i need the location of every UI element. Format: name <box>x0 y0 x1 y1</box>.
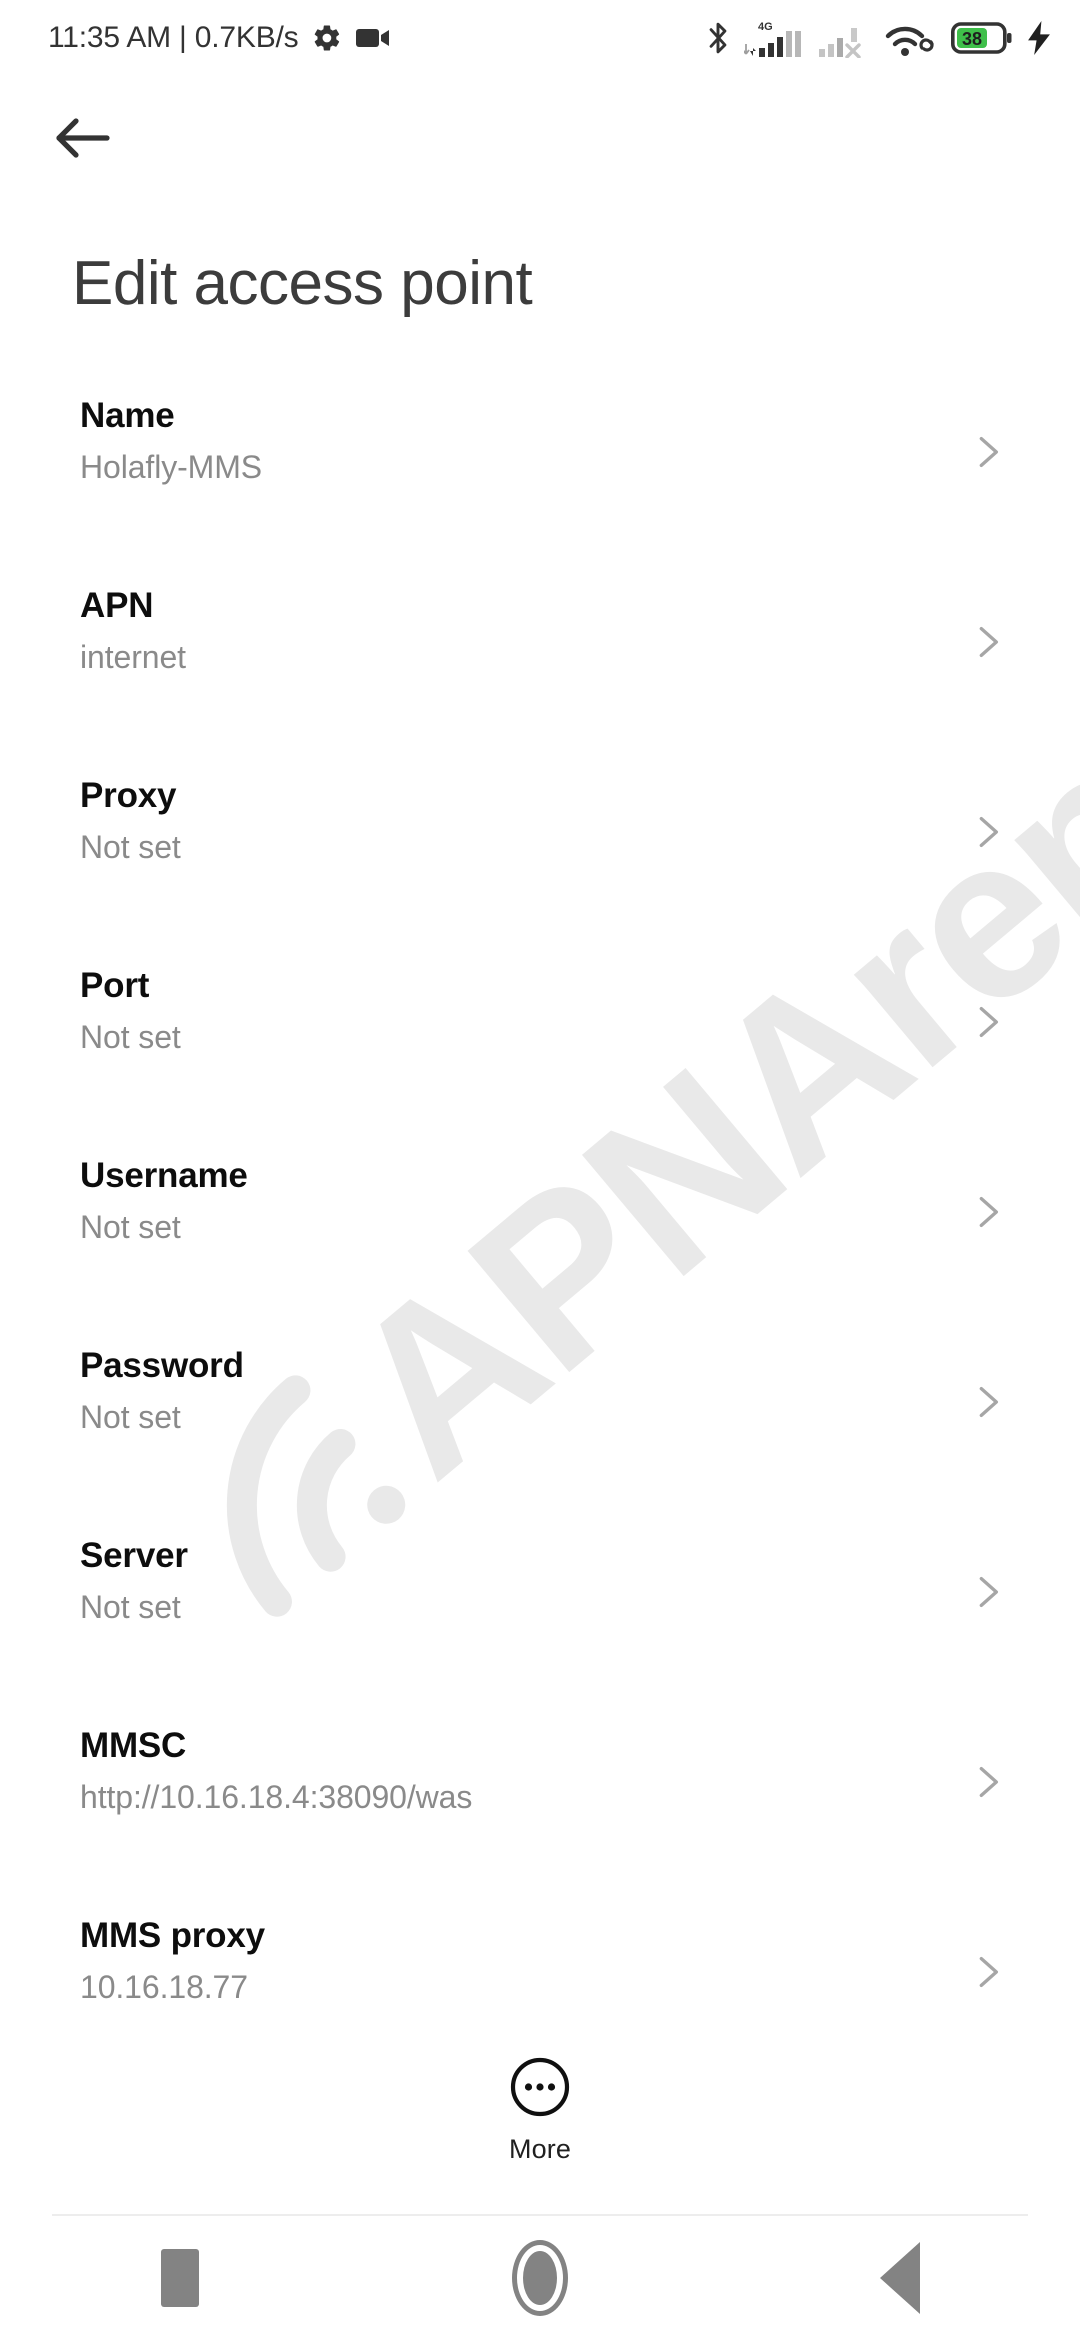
list-item-name[interactable]: Name Holafly-MMS <box>0 398 1080 588</box>
chevron-right-icon <box>979 817 998 847</box>
list-item-username[interactable]: Username Not set <box>0 1158 1080 1348</box>
chevron-right-icon <box>979 437 998 467</box>
more-button[interactable]: More <box>0 2056 1080 2165</box>
battery-percent-label: 38 <box>962 29 982 49</box>
back-arrow-icon <box>56 118 110 158</box>
more-button-label: More <box>509 2134 571 2164</box>
chevron-right-icon <box>979 1577 998 1607</box>
list-item-title: Username <box>80 1156 248 1195</box>
list-item-value: 10.16.18.77 <box>80 1969 248 2005</box>
list-item-proxy[interactable]: Proxy Not set <box>0 778 1080 968</box>
status-clock-and-speed: 11:35 AM | 0.7KB/s <box>48 21 299 54</box>
gear-icon <box>315 25 340 51</box>
home-circle-icon <box>512 2240 568 2316</box>
chevron-right-icon <box>979 1767 998 1797</box>
list-item-title: Server <box>80 1536 188 1575</box>
list-item-title: Proxy <box>80 776 177 815</box>
chevron-right-icon <box>979 627 998 657</box>
bluetooth-icon <box>709 22 727 54</box>
list-item-port[interactable]: Port Not set <box>0 968 1080 1158</box>
list-item-value: Not set <box>80 1209 181 1245</box>
svg-text:4G: 4G <box>758 21 773 33</box>
chevron-right-icon <box>979 1957 998 1987</box>
status-bar-right: 4G 38 <box>705 18 1052 58</box>
back-arrow-button[interactable] <box>48 102 120 174</box>
chevron-right-icon <box>979 1387 998 1417</box>
list-item-value: Holafly-MMS <box>80 449 263 485</box>
list-item-title: Password <box>80 1346 244 1385</box>
list-item-value: internet <box>80 639 186 675</box>
list-item-server[interactable]: Server Not set <box>0 1538 1080 1728</box>
video-camera-icon <box>356 29 390 47</box>
phone-screen: APNArena 11:35 AM | 0.7KB/s 4G 38 Edit a… <box>0 0 1080 2340</box>
recents-square-icon <box>161 2249 199 2307</box>
page-title: Edit access point <box>72 249 533 318</box>
list-item-value: Not set <box>80 829 181 865</box>
status-bar-left: 11:35 AM | 0.7KB/s <box>48 21 390 55</box>
list-item-title: MMSC <box>80 1726 187 1765</box>
list-item-value: Not set <box>80 1399 181 1435</box>
list-item-title: APN <box>80 586 154 625</box>
list-item-password[interactable]: Password Not set <box>0 1348 1080 1538</box>
settings-list: Name Holafly-MMS APN internet Proxy Not … <box>0 398 1080 2108</box>
list-item-value: Not set <box>80 1019 181 1055</box>
list-item-title: Port <box>80 966 150 1005</box>
list-item-mmsc[interactable]: MMSC http://10.16.18.4:38090/was <box>0 1728 1080 1918</box>
list-item-apn[interactable]: APN internet <box>0 588 1080 778</box>
chevron-right-icon <box>979 1007 998 1037</box>
navigation-bar <box>0 2216 1080 2340</box>
more-dots-circle-icon <box>510 2057 570 2117</box>
signal-4g-icon: 4G <box>744 21 801 57</box>
battery-icon: 38 <box>951 22 1012 54</box>
wifi-vpn-icon <box>885 26 934 56</box>
charging-bolt-icon <box>1028 21 1050 55</box>
signal-no-service-icon <box>819 28 861 58</box>
list-item-title: MMS proxy <box>80 1916 265 1955</box>
nav-recents-button[interactable] <box>0 2216 360 2340</box>
back-triangle-icon <box>880 2242 920 2314</box>
toolbar <box>0 76 1080 196</box>
list-item-value: http://10.16.18.4:38090/was <box>80 1779 473 1815</box>
chevron-right-icon <box>979 1197 998 1227</box>
nav-home-button[interactable] <box>360 2216 720 2340</box>
list-item-title: Name <box>80 396 175 435</box>
list-item-value: Not set <box>80 1589 181 1625</box>
status-bar: 11:35 AM | 0.7KB/s 4G 38 <box>0 0 1080 76</box>
nav-back-button[interactable] <box>720 2216 1080 2340</box>
